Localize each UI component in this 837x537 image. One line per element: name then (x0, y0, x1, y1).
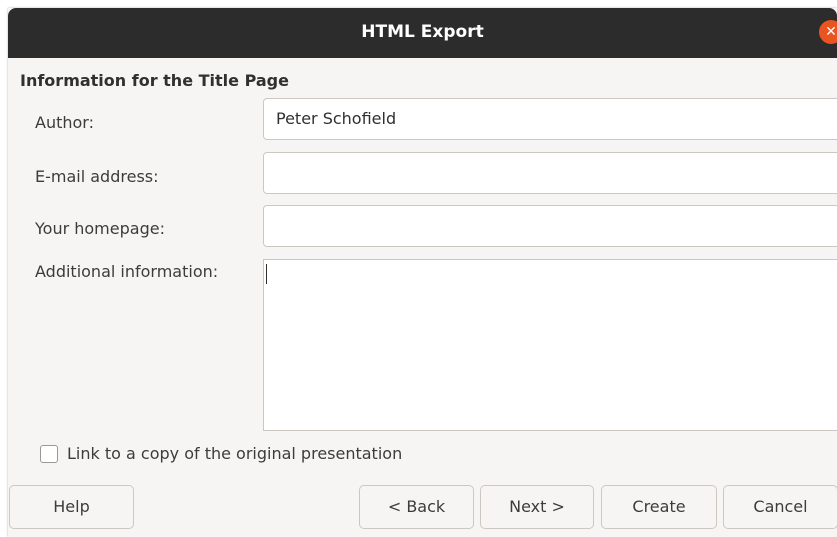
text-cursor (266, 264, 267, 284)
additional-info-textarea[interactable] (263, 259, 837, 431)
homepage-field[interactable] (263, 205, 837, 247)
section-title: Information for the Title Page (20, 71, 289, 90)
additional-info-label: Additional information: (35, 262, 219, 281)
create-button[interactable]: Create (601, 485, 717, 529)
homepage-label: Your homepage: (35, 219, 165, 238)
help-button[interactable]: Help (9, 485, 134, 529)
author-field[interactable]: Peter Schofield (263, 98, 837, 140)
title-bar: HTML Export ✕ (8, 8, 837, 58)
html-export-dialog: HTML Export ✕ Information for the Title … (8, 8, 837, 537)
author-label: Author: (35, 113, 94, 132)
link-original-checkbox[interactable] (40, 445, 58, 463)
back-button[interactable]: < Back (359, 485, 474, 529)
link-original-label[interactable]: Link to a copy of the original presentat… (67, 444, 402, 463)
close-icon[interactable]: ✕ (819, 20, 837, 44)
window-title: HTML Export (361, 22, 484, 42)
email-label: E-mail address: (35, 167, 159, 186)
cancel-button[interactable]: Cancel (723, 485, 837, 529)
next-button[interactable]: Next > (480, 485, 594, 529)
email-field[interactable] (263, 152, 837, 194)
